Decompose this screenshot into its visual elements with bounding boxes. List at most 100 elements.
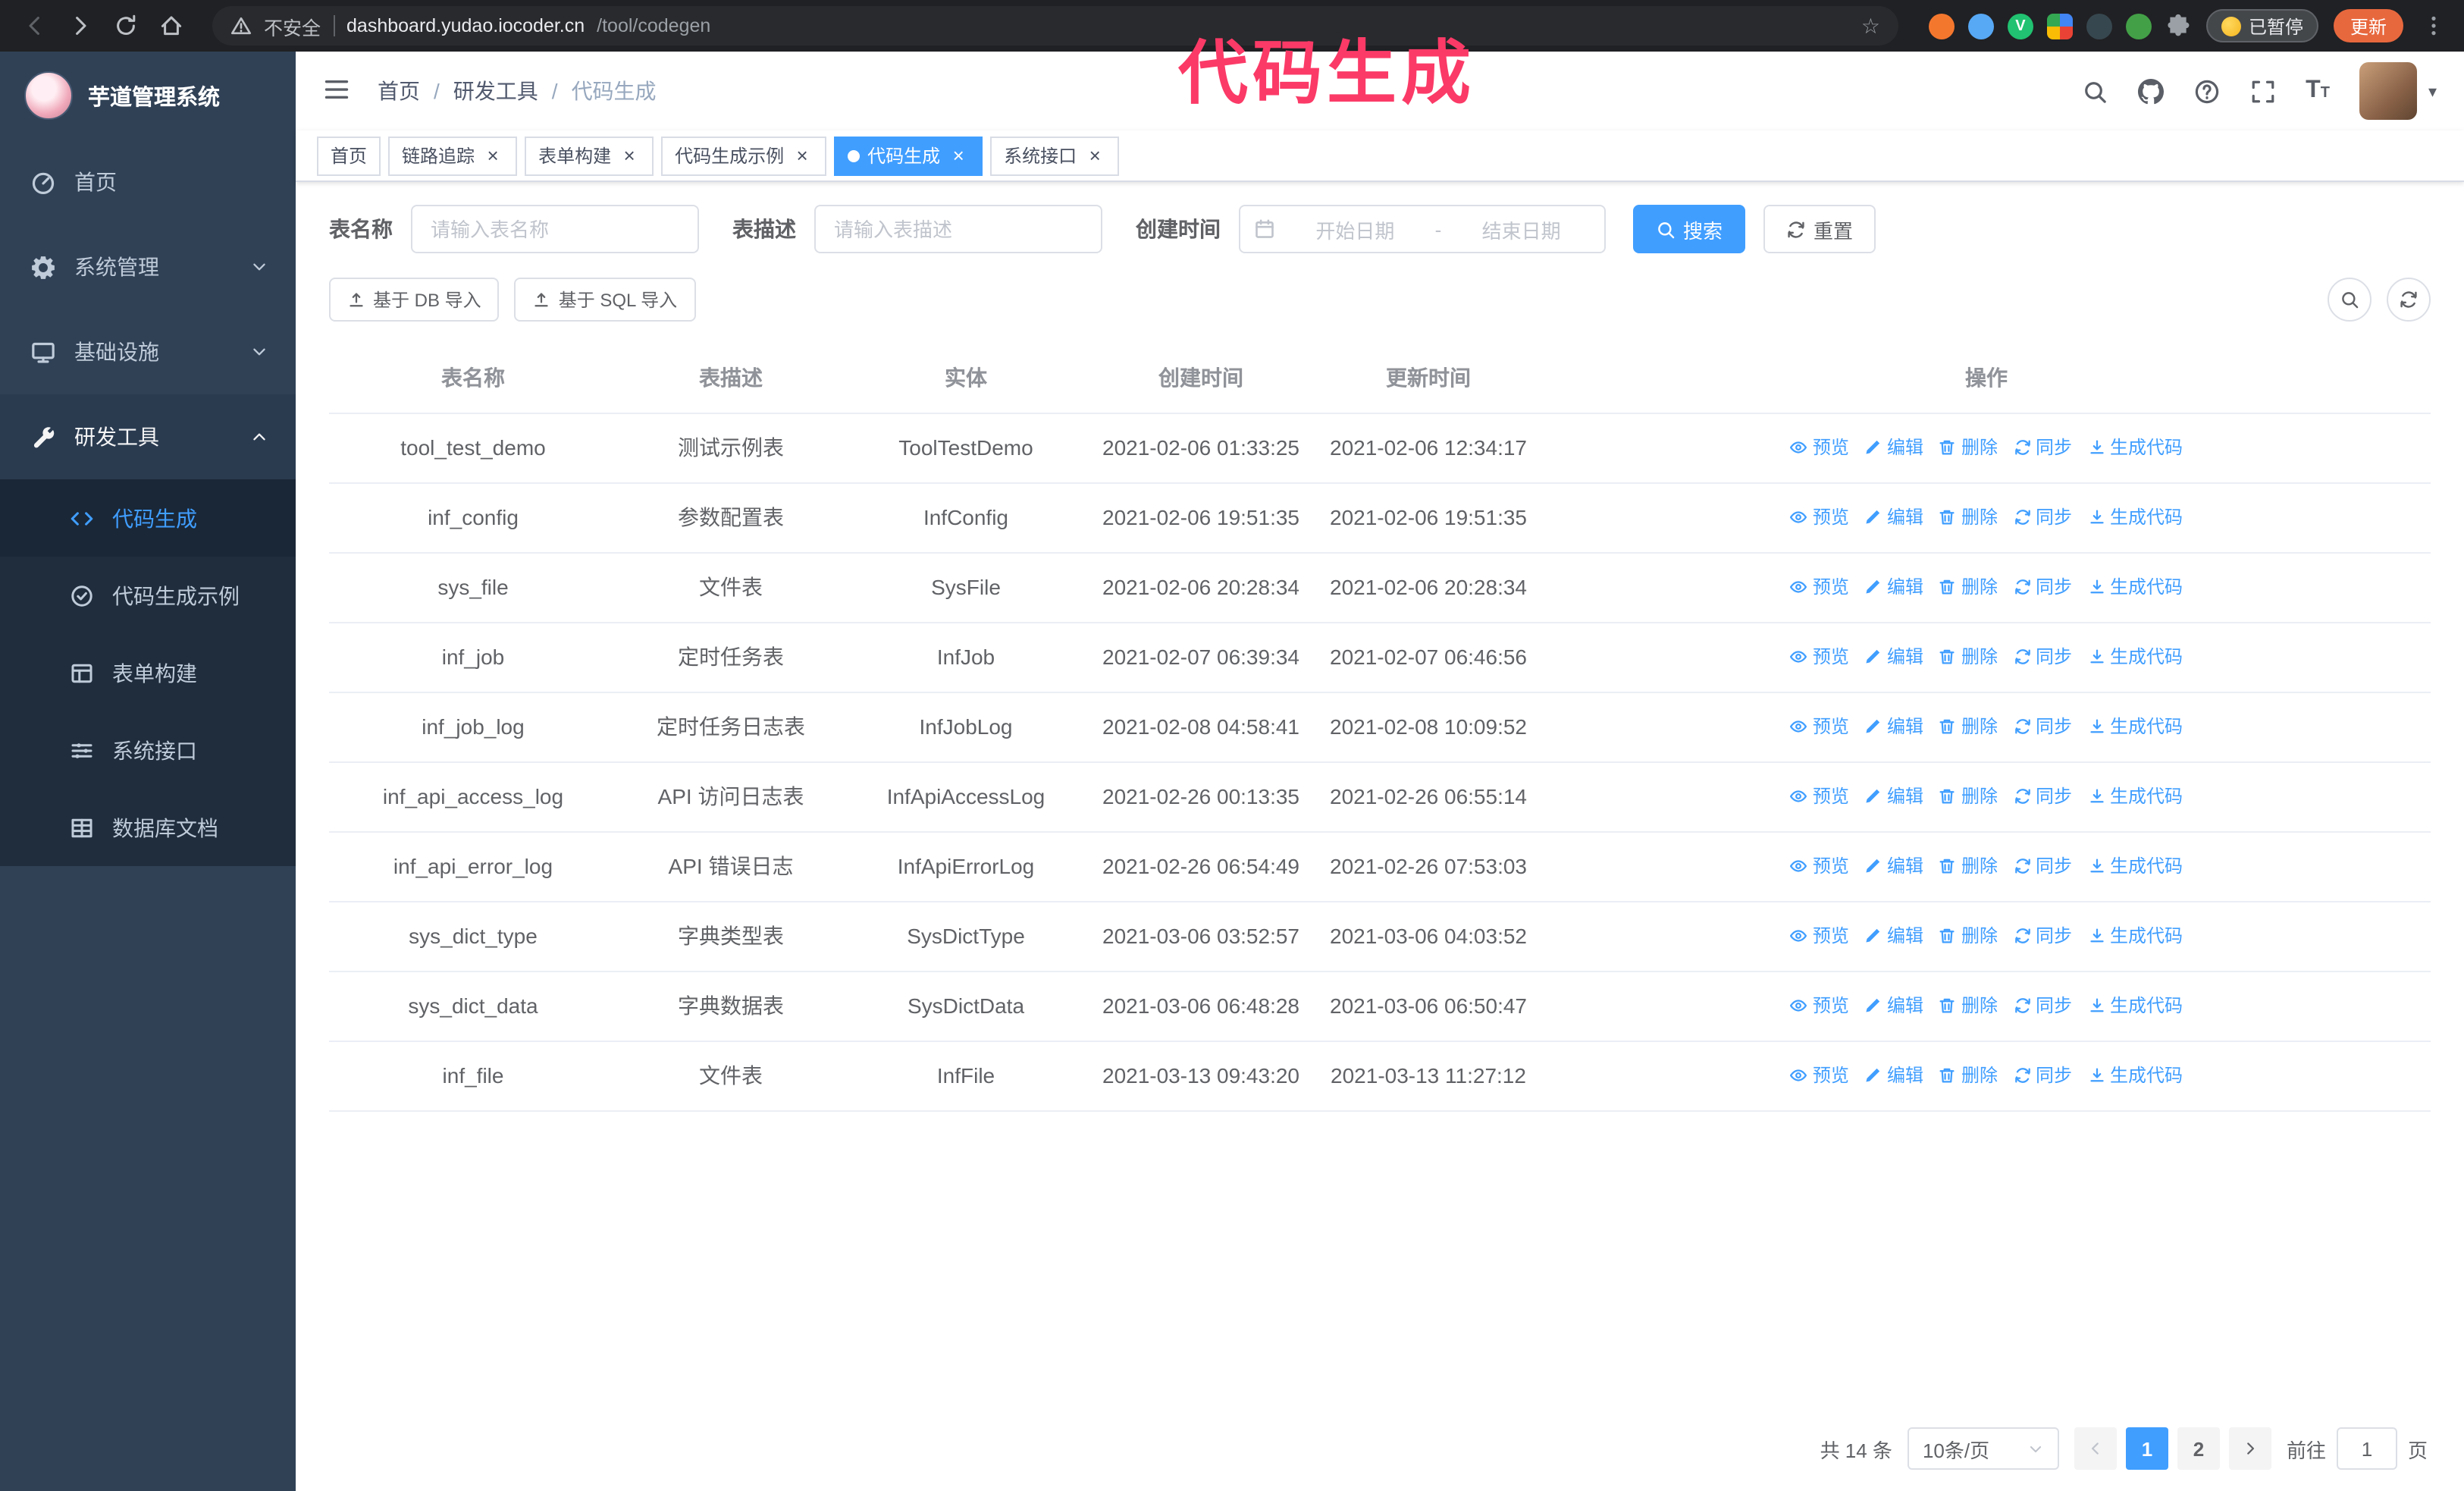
action-编辑-link[interactable]: 编辑 xyxy=(1864,779,1923,814)
action-删除-link[interactable]: 删除 xyxy=(1939,988,1998,1023)
table-name-input[interactable] xyxy=(411,205,699,253)
action-预览-link[interactable]: 预览 xyxy=(1790,570,1849,604)
tab-close-icon[interactable]: × xyxy=(482,145,503,166)
forward-button[interactable] xyxy=(61,6,100,46)
sidebar-item-系统管理[interactable]: 系统管理 xyxy=(0,224,296,309)
extension-puzzle[interactable] xyxy=(2165,13,2191,39)
next-page-button[interactable] xyxy=(2228,1427,2271,1470)
sidebar-item-代码生成示例[interactable]: 代码生成示例 xyxy=(0,557,296,634)
tab-系统接口[interactable]: 系统接口 × xyxy=(990,136,1120,175)
action-生成代码-link[interactable]: 生成代码 xyxy=(2087,430,2183,465)
action-同步-link[interactable]: 同步 xyxy=(2013,570,2072,604)
tab-代码生成示例[interactable]: 代码生成示例 × xyxy=(661,136,827,175)
action-预览-link[interactable]: 预览 xyxy=(1790,430,1849,465)
action-编辑-link[interactable]: 编辑 xyxy=(1864,1058,1923,1093)
action-删除-link[interactable]: 删除 xyxy=(1939,918,1998,953)
tab-表单构建[interactable]: 表单构建 × xyxy=(525,136,654,175)
action-同步-link[interactable]: 同步 xyxy=(2013,639,2072,674)
fullscreen-button[interactable] xyxy=(2249,78,2275,104)
reset-button[interactable]: 重置 xyxy=(1763,205,1876,253)
browser-menu-button[interactable] xyxy=(2419,14,2449,38)
action-编辑-link[interactable]: 编辑 xyxy=(1864,570,1923,604)
action-预览-link[interactable]: 预览 xyxy=(1790,1058,1849,1093)
action-生成代码-link[interactable]: 生成代码 xyxy=(2087,918,2183,953)
action-预览-link[interactable]: 预览 xyxy=(1790,500,1849,535)
action-同步-link[interactable]: 同步 xyxy=(2013,430,2072,465)
sidebar-item-代码生成[interactable]: 代码生成 xyxy=(0,479,296,557)
action-生成代码-link[interactable]: 生成代码 xyxy=(2087,709,2183,744)
header-search-button[interactable] xyxy=(2081,78,2107,104)
action-删除-link[interactable]: 删除 xyxy=(1939,1058,1998,1093)
browser-update-button[interactable]: 更新 xyxy=(2333,9,2403,42)
action-预览-link[interactable]: 预览 xyxy=(1790,709,1849,744)
action-同步-link[interactable]: 同步 xyxy=(2013,918,2072,953)
address-bar[interactable]: 不安全 dashboard.yudao.iocoder.cn/tool/code… xyxy=(212,6,1898,46)
tab-链路追踪[interactable]: 链路追踪 × xyxy=(388,136,518,175)
page-button-2[interactable]: 2 xyxy=(2177,1427,2220,1470)
import-db-button[interactable]: 基于 DB 导入 xyxy=(329,278,500,322)
table-desc-input[interactable] xyxy=(814,205,1102,253)
collapse-sidebar-button[interactable] xyxy=(323,75,350,107)
tab-首页[interactable]: 首页 xyxy=(317,136,381,175)
font-size-button[interactable]: TT xyxy=(2306,78,2330,103)
action-生成代码-link[interactable]: 生成代码 xyxy=(2087,639,2183,674)
action-删除-link[interactable]: 删除 xyxy=(1939,779,1998,814)
page-size-select[interactable]: 10条/页 xyxy=(1907,1427,2059,1470)
toggle-search-button[interactable] xyxy=(2328,278,2372,322)
back-button[interactable] xyxy=(15,6,55,46)
extension-green[interactable] xyxy=(2125,13,2152,39)
sidebar-item-首页[interactable]: 首页 xyxy=(0,140,296,224)
action-同步-link[interactable]: 同步 xyxy=(2013,849,2072,884)
action-编辑-link[interactable]: 编辑 xyxy=(1864,849,1923,884)
action-编辑-link[interactable]: 编辑 xyxy=(1864,430,1923,465)
action-删除-link[interactable]: 删除 xyxy=(1939,849,1998,884)
action-同步-link[interactable]: 同步 xyxy=(2013,1058,2072,1093)
breadcrumb-item[interactable]: 首页 xyxy=(378,76,420,106)
action-预览-link[interactable]: 预览 xyxy=(1790,639,1849,674)
date-range-picker[interactable]: 开始日期 - 结束日期 xyxy=(1239,205,1606,253)
action-同步-link[interactable]: 同步 xyxy=(2013,779,2072,814)
extension-blue-drop[interactable] xyxy=(1967,13,1994,39)
sidebar-item-基础设施[interactable]: 基础设施 xyxy=(0,309,296,394)
action-同步-link[interactable]: 同步 xyxy=(2013,709,2072,744)
action-预览-link[interactable]: 预览 xyxy=(1790,988,1849,1023)
action-预览-link[interactable]: 预览 xyxy=(1790,849,1849,884)
action-删除-link[interactable]: 删除 xyxy=(1939,430,1998,465)
sidebar-item-研发工具[interactable]: 研发工具 xyxy=(0,394,296,479)
tab-close-icon[interactable]: × xyxy=(792,145,813,166)
action-删除-link[interactable]: 删除 xyxy=(1939,709,1998,744)
search-button[interactable]: 搜索 xyxy=(1633,205,1746,253)
extension-dark[interactable] xyxy=(2086,13,2112,39)
breadcrumb-item[interactable]: 研发工具 xyxy=(453,76,538,106)
action-编辑-link[interactable]: 编辑 xyxy=(1864,918,1923,953)
reload-button[interactable] xyxy=(106,6,146,46)
action-生成代码-link[interactable]: 生成代码 xyxy=(2087,1058,2183,1093)
profile-paused-badge[interactable]: 已暂停 xyxy=(2205,9,2318,42)
action-同步-link[interactable]: 同步 xyxy=(2013,500,2072,535)
action-预览-link[interactable]: 预览 xyxy=(1790,779,1849,814)
tab-close-icon[interactable]: × xyxy=(1084,145,1105,166)
sidebar-item-表单构建[interactable]: 表单构建 xyxy=(0,634,296,711)
action-生成代码-link[interactable]: 生成代码 xyxy=(2087,849,2183,884)
home-button[interactable] xyxy=(152,6,191,46)
date-end-placeholder[interactable]: 结束日期 xyxy=(1452,215,1591,243)
action-生成代码-link[interactable]: 生成代码 xyxy=(2087,570,2183,604)
action-删除-link[interactable]: 删除 xyxy=(1939,570,1998,604)
sidebar-item-系统接口[interactable]: 系统接口 xyxy=(0,711,296,789)
extension-orange[interactable] xyxy=(1928,13,1955,39)
action-删除-link[interactable]: 删除 xyxy=(1939,639,1998,674)
help-button[interactable] xyxy=(2193,78,2219,104)
action-预览-link[interactable]: 预览 xyxy=(1790,918,1849,953)
tab-close-icon[interactable]: × xyxy=(948,145,969,166)
action-同步-link[interactable]: 同步 xyxy=(2013,988,2072,1023)
action-生成代码-link[interactable]: 生成代码 xyxy=(2087,988,2183,1023)
action-编辑-link[interactable]: 编辑 xyxy=(1864,500,1923,535)
import-sql-button[interactable]: 基于 SQL 导入 xyxy=(514,278,696,322)
action-删除-link[interactable]: 删除 xyxy=(1939,500,1998,535)
action-编辑-link[interactable]: 编辑 xyxy=(1864,988,1923,1023)
bookmark-star-icon[interactable]: ☆ xyxy=(1861,13,1880,39)
refresh-table-button[interactable] xyxy=(2387,278,2431,322)
extension-green-v[interactable]: V xyxy=(2007,13,2033,39)
action-生成代码-link[interactable]: 生成代码 xyxy=(2087,779,2183,814)
action-编辑-link[interactable]: 编辑 xyxy=(1864,709,1923,744)
